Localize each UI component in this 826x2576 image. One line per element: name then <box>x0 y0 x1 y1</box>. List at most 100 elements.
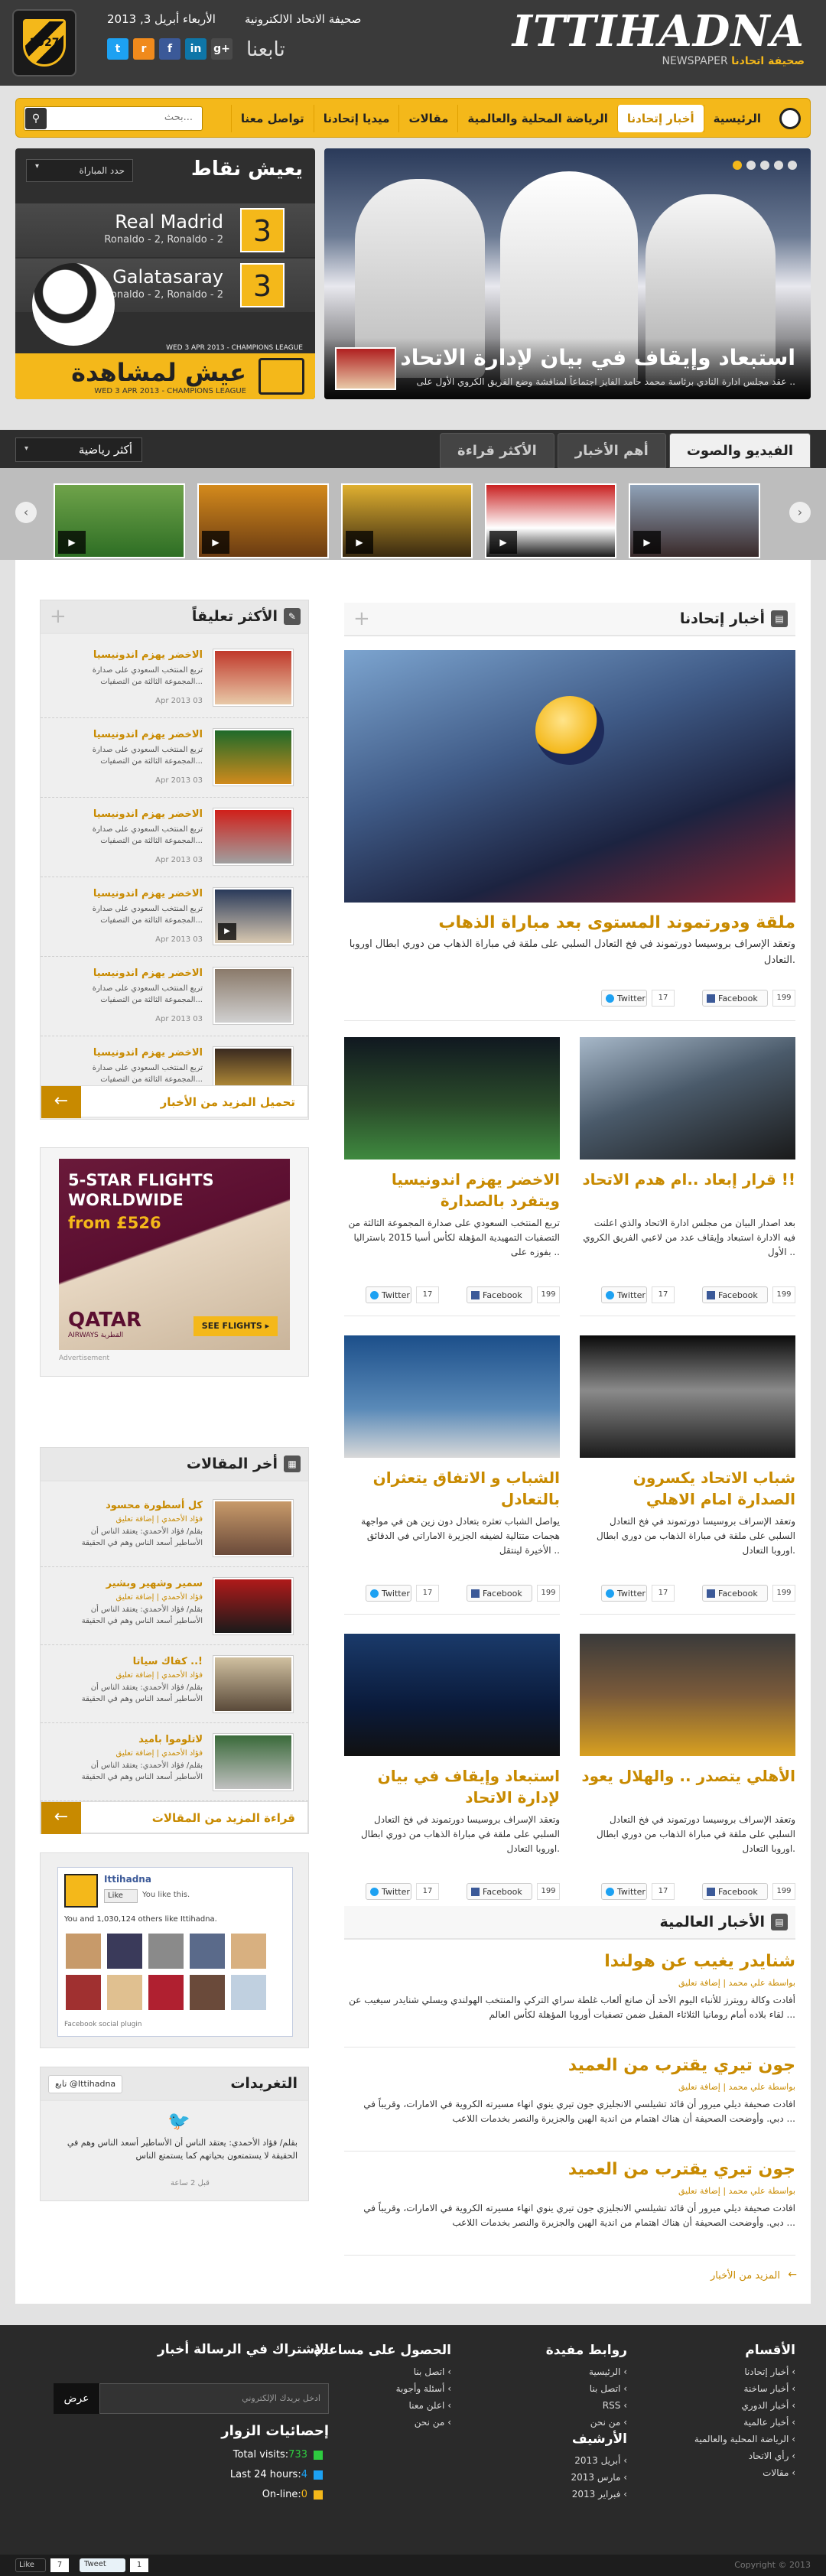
fan-avatar[interactable] <box>66 1975 101 2010</box>
search-input[interactable]: بحث... <box>24 106 203 131</box>
nav-item[interactable]: الرياضة المحلية والعالمية <box>457 105 617 132</box>
media-tab[interactable]: الأكثر قراءة <box>439 433 554 468</box>
card-image[interactable] <box>580 1037 795 1160</box>
match-row[interactable]: Real Madrid Ronaldo - 2, Ronaldo - 2 3 <box>15 203 315 257</box>
card-title[interactable]: الشباب و الاتفاق يتعثران بالتعادل <box>344 1467 560 1510</box>
newsletter-submit-button[interactable]: عرض <box>54 2383 99 2414</box>
footer-link[interactable]: أبريل 2013 ‹ <box>474 2452 627 2469</box>
video-thumb-celebration[interactable]: ▶ <box>341 483 473 558</box>
facebook-share-button[interactable]: Facebook <box>467 1585 532 1602</box>
arrow-right-icon[interactable]: › <box>789 502 811 523</box>
footer-link[interactable]: فبراير 2013 ‹ <box>474 2486 627 2503</box>
more-news-link[interactable]: المزيد من الأخبار <box>711 2270 780 2282</box>
media-tab[interactable]: أهم الأخبار <box>557 433 666 468</box>
world-news-meta[interactable]: بواسطة علي محمد | إضافة تعليق <box>678 2186 795 2196</box>
nav-item[interactable]: أخبار إتحادنا <box>616 105 704 132</box>
match-select[interactable]: حدد المباراة <box>26 159 133 182</box>
card-image[interactable] <box>580 1634 795 1756</box>
comment-thumb[interactable] <box>213 649 293 706</box>
comment-item[interactable]: الاخضر يهزم اندونيسيا تربع المنتخب السعود… <box>41 639 308 718</box>
comment-thumb[interactable]: ▶ <box>213 888 293 945</box>
lead-article-title[interactable]: ملقة ودورتموند المستوى بعد مباراة الذهاب <box>344 913 795 932</box>
linkedin-icon[interactable]: in <box>185 38 206 60</box>
card-title[interactable]: شباب الاتحاد يكسرون الصدارة امام الاهلي <box>580 1467 795 1510</box>
arrow-left-icon[interactable]: ‹ <box>15 502 37 523</box>
comment-title[interactable]: الاخضر يهزم اندونيسيا <box>93 649 203 661</box>
newsletter-email-input[interactable]: ادخل بريدك الإلكتروني <box>99 2383 329 2414</box>
footer-link[interactable]: أخبار الدوري ‹ <box>642 2397 795 2414</box>
footer-link[interactable]: مقالات ‹ <box>642 2464 795 2481</box>
facebook-share-button[interactable]: Facebook <box>702 1286 768 1303</box>
footer-link[interactable]: رأي الاتحاد ‹ <box>642 2448 795 2464</box>
lead-article-image[interactable] <box>344 650 795 903</box>
footer-link[interactable]: أخبار إتحادنا ‹ <box>642 2363 795 2380</box>
slider-dot[interactable] <box>774 161 783 170</box>
facebook-share-button[interactable]: Facebook <box>702 1883 768 1900</box>
facebook-share-button[interactable]: Facebook <box>702 1585 768 1602</box>
masthead[interactable]: ITTIHADNA NEWSPAPER صحيفة اتحادنا <box>512 8 805 67</box>
world-news-meta[interactable]: بواسطة علي محمد | إضافة تعليق <box>678 2082 795 2092</box>
plus-icon[interactable]: + <box>353 607 370 630</box>
comment-item[interactable]: ▶ الاخضر يهزم اندونيسيا تربع المنتخب السعو… <box>41 877 308 957</box>
footer-link[interactable]: اتصل بنا ‹ <box>298 2363 451 2380</box>
card-title[interactable]: الاخضر يهزم اندونيسيا ويتفرد بالصدارة <box>344 1169 560 1212</box>
twitter-share-button[interactable]: Twitter <box>366 1286 411 1303</box>
tweet-button[interactable]: Tweet <box>80 2558 125 2572</box>
fan-avatar[interactable] <box>66 1934 101 1969</box>
google-plus-icon[interactable]: g+ <box>211 38 233 60</box>
hero-thumbnail[interactable] <box>335 347 396 390</box>
twitter-icon[interactable]: t <box>107 38 128 60</box>
twitter-share-button[interactable]: Twitter <box>366 1585 411 1602</box>
twitter-share-button[interactable]: Twitter <box>601 990 647 1007</box>
nav-item[interactable]: مقالات <box>398 105 457 132</box>
card-image[interactable] <box>344 1037 560 1160</box>
comment-thumb[interactable] <box>213 729 293 785</box>
comment-title[interactable]: الاخضر يهزم اندونيسيا <box>93 1047 203 1059</box>
comment-title[interactable]: الاخضر يهزم اندونيسيا <box>93 729 203 740</box>
nav-item[interactable]: ميديا إتحادنا <box>313 105 399 132</box>
world-news-title[interactable]: شنايدر يغيب عن هولندا <box>344 1952 795 1971</box>
comment-item[interactable]: الاخضر يهزم اندونيسيا تربع المنتخب السعود… <box>41 798 308 877</box>
article-meta[interactable]: فؤاد الأحمدي | إضافة تعليق <box>65 1592 203 1603</box>
card-title[interactable]: استبعاد وإيقاف في بيان لإدارة الاتحاد <box>344 1765 560 1808</box>
fan-avatar[interactable] <box>107 1975 142 2010</box>
facebook-icon[interactable]: f <box>159 38 180 60</box>
footer-link[interactable]: اتصل بنا ‹ <box>474 2380 627 2397</box>
fan-avatar[interactable] <box>148 1934 184 1969</box>
article-meta[interactable]: فؤاد الأحمدي | إضافة تعليق <box>65 1748 203 1759</box>
comment-title[interactable]: الاخضر يهزم اندونيسيا <box>93 888 203 899</box>
twitter-share-button[interactable]: Twitter <box>601 1883 647 1900</box>
slider-dot[interactable] <box>788 161 797 170</box>
article-title[interactable]: كفاك سياتا ..! <box>133 1656 203 1667</box>
comment-title[interactable]: الاخضر يهزم اندونيسيا <box>93 808 203 820</box>
footer-link[interactable]: الرياضة المحلية والعالمية ‹ <box>642 2431 795 2448</box>
world-news-meta[interactable]: بواسطة علي محمد | إضافة تعليق <box>678 1978 795 1988</box>
plus-icon[interactable]: + <box>50 605 67 628</box>
comment-thumb[interactable] <box>213 968 293 1024</box>
watch-live-banner[interactable]: عيش لمشاهدة WED 3 APR 2013 - CHAMPIONS L… <box>15 353 315 399</box>
video-thumb-safc[interactable]: ▶ <box>485 483 616 558</box>
like-button[interactable]: Like <box>15 2558 46 2572</box>
card-title[interactable]: الأهلي يتصدر .. والهلال يعود <box>580 1765 795 1787</box>
load-more-comments[interactable]: ← تحميل المزيد من الأخبار <box>41 1085 308 1118</box>
card-title[interactable]: قرار إبعاد ..ام هدم الاتحاد !! <box>580 1169 795 1190</box>
card-image[interactable] <box>580 1335 795 1458</box>
hero-title[interactable]: استبعاد وإيقاف في بيان لإدارة الاتحاد <box>400 345 795 370</box>
slider-dots[interactable] <box>733 161 797 170</box>
comment-item[interactable]: الاخضر يهزم اندونيسيا تربع المنتخب السعود… <box>41 957 308 1036</box>
club-crest-logo[interactable]: 1927 <box>12 9 76 76</box>
article-title[interactable]: لاتلوموا باميد <box>138 1734 203 1745</box>
video-thumb-player[interactable]: ▶ <box>197 483 329 558</box>
comment-thumb[interactable] <box>213 808 293 865</box>
search-icon[interactable]: ⚲ <box>25 108 47 129</box>
rss-icon[interactable]: r <box>133 38 154 60</box>
slider-dot[interactable] <box>746 161 756 170</box>
fan-avatar[interactable] <box>231 1934 266 1969</box>
qatar-airways-ad[interactable]: 5-STAR FLIGHTS WORLDWIDE from £526 QATAR… <box>59 1159 290 1350</box>
article-item[interactable]: لاتلوموا باميد فؤاد الأحمدي | إضافة تعليق… <box>41 1723 308 1801</box>
footer-link[interactable]: مارس 2013 ‹ <box>474 2469 627 2486</box>
fb-like-button[interactable]: Like <box>104 1889 138 1903</box>
facebook-share-button[interactable]: Facebook <box>702 990 768 1007</box>
fan-avatar[interactable] <box>107 1934 142 1969</box>
nav-item[interactable]: تواصل معنا <box>230 105 314 132</box>
